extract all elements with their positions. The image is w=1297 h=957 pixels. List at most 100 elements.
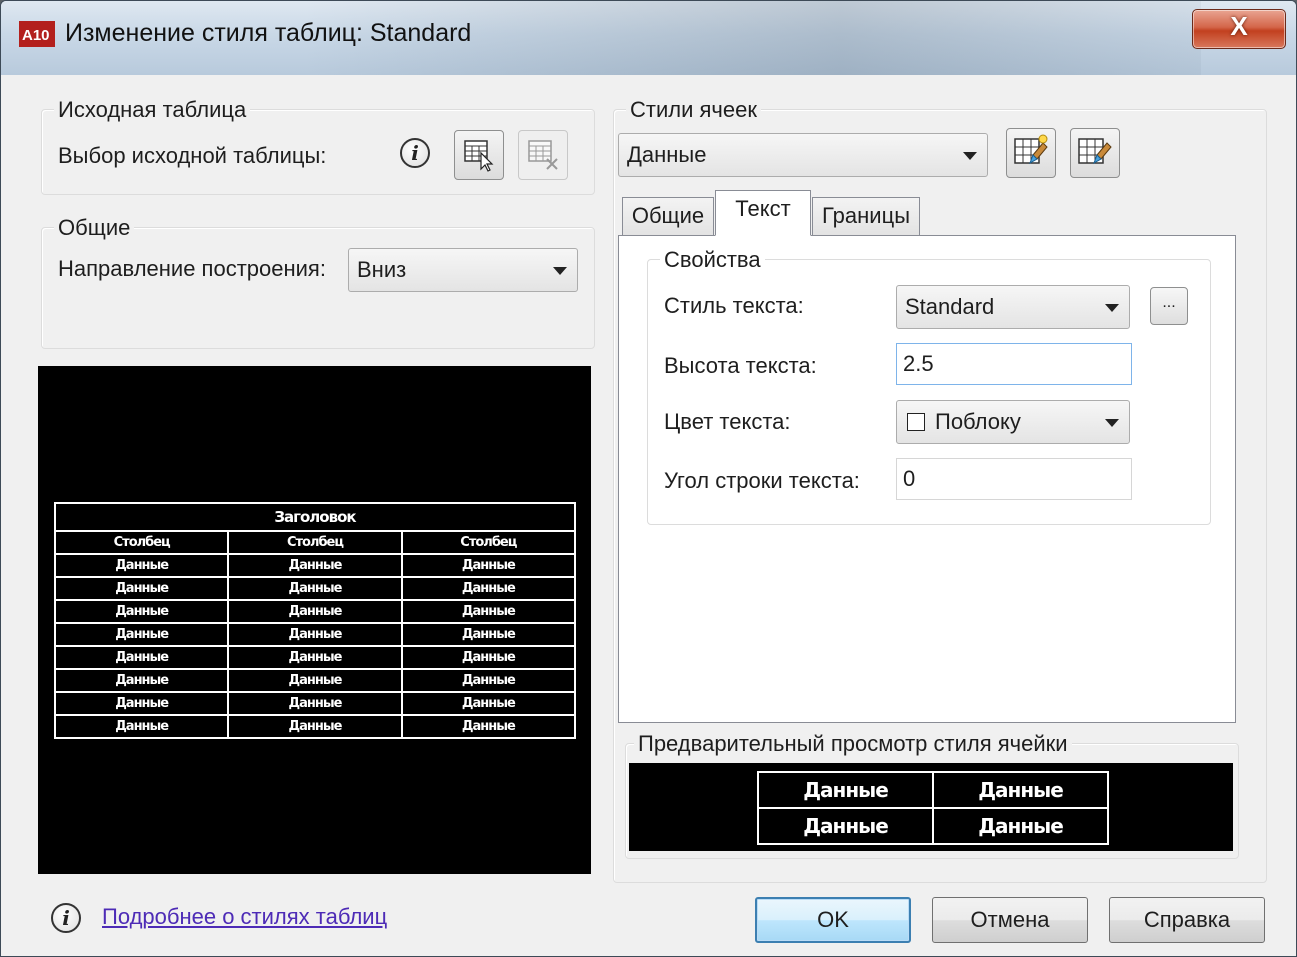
- text-angle-input[interactable]: 0: [896, 458, 1132, 500]
- table-pick-icon: [464, 140, 494, 172]
- window-title: Изменение стиля таблиц: Standard: [65, 19, 472, 47]
- starting-table-group: Исходная таблица Выбор исходной таблицы:…: [41, 97, 595, 195]
- preview-data-cell: Данные: [400, 691, 577, 716]
- text-style-browse-button[interactable]: ...: [1150, 287, 1188, 325]
- ok-button[interactable]: OK: [755, 897, 911, 943]
- manage-cell-styles-button[interactable]: [1070, 128, 1120, 178]
- preview-table-row: Данные Данные Данные: [53, 622, 577, 647]
- preview-data-cell: Данные: [227, 668, 403, 693]
- tab-text[interactable]: Текст: [715, 190, 811, 236]
- manage-cell-styles-icon: [1078, 138, 1112, 165]
- chevron-down-icon: [1105, 419, 1119, 427]
- preview-data-cell: Данные: [53, 645, 230, 670]
- preview-data-cell: Данные: [400, 668, 577, 693]
- chevron-down-icon: [963, 152, 977, 160]
- preview-table-row: Данные Данные Данные: [53, 576, 577, 601]
- tab-borders[interactable]: Границы: [812, 197, 920, 235]
- cell-preview-cell: Данные: [757, 771, 934, 809]
- preview-data-rows: Данные Данные Данные Данные Данные Данные Данн…: [53, 553, 577, 739]
- text-angle-label: Угол строки текста:: [664, 468, 860, 493]
- preview-header-cell: Заголовок: [54, 502, 576, 532]
- preview-table-row: Данные Данные Данные: [53, 599, 577, 624]
- color-swatch-icon: [907, 413, 925, 431]
- preview-table: Заголовок Столбец Столбец Столбец Данные…: [53, 502, 577, 739]
- cell-preview-cell: Данные: [757, 807, 934, 845]
- cell-preview-cell: Данные: [932, 771, 1109, 809]
- direction-label: Направление построения:: [58, 256, 326, 281]
- cancel-button[interactable]: Отмена: [932, 897, 1088, 943]
- preview-data-cell: Данные: [227, 553, 403, 578]
- preview-column-header: Столбец: [53, 530, 230, 555]
- preview-data-cell: Данные: [227, 576, 403, 601]
- info-icon: i: [51, 903, 81, 933]
- preview-data-cell: Данные: [227, 691, 403, 716]
- preview-data-cell: Данные: [53, 668, 230, 693]
- title-bar[interactable]: A10 Изменение стиля таблиц: Standard X: [1, 1, 1296, 75]
- preview-column-header: Столбец: [227, 530, 403, 555]
- table-delete-icon: [528, 140, 558, 170]
- text-style-value: Standard: [905, 294, 995, 319]
- text-height-value: 2.5: [903, 351, 934, 376]
- learn-more-link[interactable]: Подробнее о стилях таблиц: [102, 904, 387, 930]
- preview-table-row: Данные Данные Данные: [53, 691, 577, 716]
- cell-preview-table: Данные Данные Данные Данные: [757, 771, 1109, 845]
- close-button[interactable]: X: [1192, 9, 1286, 49]
- text-style-select[interactable]: Standard: [896, 285, 1130, 329]
- autocad-app-icon: A10: [19, 21, 55, 47]
- preview-data-cell: Данные: [400, 714, 577, 739]
- help-button[interactable]: Справка: [1109, 897, 1265, 943]
- general-group: Общие Направление построения: Вниз: [41, 215, 595, 349]
- text-color-label: Цвет текста:: [664, 409, 791, 434]
- preview-data-cell: Данные: [53, 714, 230, 739]
- info-icon[interactable]: i: [400, 138, 430, 168]
- cell-preview-group-title: Предварительный просмотр стиля ячейки: [634, 731, 1072, 757]
- preview-table-row: Данные Данные Данные: [53, 645, 577, 670]
- select-starting-table-button[interactable]: [454, 130, 504, 180]
- preview-data-cell: Данные: [227, 599, 403, 624]
- preview-data-cell: Данные: [400, 553, 577, 578]
- properties-group-title: Свойства: [660, 247, 765, 273]
- text-color-value: Поблоку: [935, 409, 1021, 434]
- preview-data-cell: Данные: [53, 553, 230, 578]
- cell-preview-cell: Данные: [932, 807, 1109, 845]
- app-icon-label: A10: [22, 27, 50, 44]
- preview-data-cell: Данные: [227, 622, 403, 647]
- preview-data-cell: Данные: [400, 622, 577, 647]
- remove-starting-table-button[interactable]: [518, 130, 568, 180]
- preview-table-row: Данные Данные Данные: [53, 714, 577, 739]
- close-icon: X: [1230, 11, 1248, 41]
- direction-select[interactable]: Вниз: [348, 248, 578, 292]
- preview-data-cell: Данные: [53, 622, 230, 647]
- tab-general[interactable]: Общие: [622, 197, 714, 235]
- text-angle-value: 0: [903, 466, 916, 491]
- chevron-down-icon: [1105, 304, 1119, 312]
- dialog-client: Исходная таблица Выбор исходной таблицы:…: [9, 75, 1288, 949]
- chevron-down-icon: [553, 267, 567, 275]
- dialog-window: A10 Изменение стиля таблиц: Standard X И…: [0, 0, 1297, 957]
- preview-data-cell: Данные: [227, 714, 403, 739]
- text-height-label: Высота текста:: [664, 353, 817, 378]
- new-cell-style-button[interactable]: [1006, 128, 1056, 178]
- direction-value: Вниз: [357, 257, 407, 282]
- preview-column-header: Столбец: [400, 530, 577, 555]
- cell-style-select[interactable]: Данные: [618, 133, 988, 177]
- preview-table-row: Данные Данные Данные: [53, 553, 577, 578]
- preview-data-cell: Данные: [53, 691, 230, 716]
- cell-styles-group-title: Стили ячеек: [626, 97, 761, 123]
- general-group-title: Общие: [54, 215, 135, 241]
- text-style-label: Стиль текста:: [664, 293, 804, 318]
- preview-data-cell: Данные: [227, 645, 403, 670]
- text-height-input[interactable]: 2.5: [896, 343, 1132, 385]
- starting-table-group-title: Исходная таблица: [54, 97, 251, 123]
- select-starting-table-label: Выбор исходной таблицы:: [58, 143, 327, 168]
- preview-data-cell: Данные: [400, 599, 577, 624]
- cell-style-preview: Данные Данные Данные Данные: [629, 763, 1233, 851]
- preview-table-row: Данные Данные Данные: [53, 668, 577, 693]
- preview-data-cell: Данные: [53, 599, 230, 624]
- cell-style-value: Данные: [627, 142, 707, 167]
- preview-data-cell: Данные: [400, 576, 577, 601]
- preview-data-cell: Данные: [53, 576, 230, 601]
- text-color-select[interactable]: Поблоку: [896, 400, 1130, 444]
- table-style-preview: Заголовок Столбец Столбец Столбец Данные…: [38, 366, 591, 874]
- new-cell-style-icon: [1014, 134, 1048, 165]
